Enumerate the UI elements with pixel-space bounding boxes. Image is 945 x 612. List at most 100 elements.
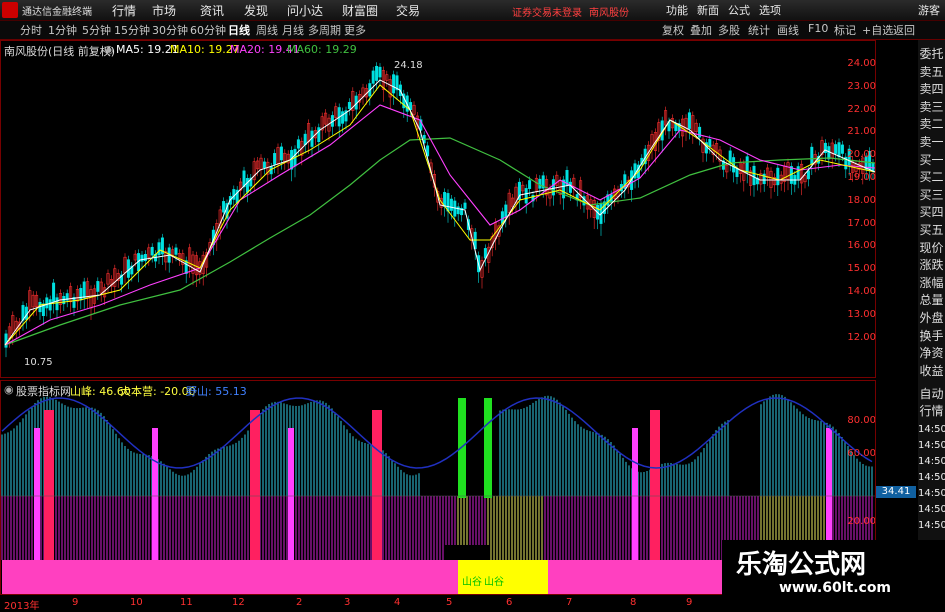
quote-field-label[interactable]: 涨跌 bbox=[918, 257, 945, 273]
price-tick-label: 19.00 bbox=[847, 172, 876, 183]
candle-body bbox=[174, 247, 178, 255]
candles bbox=[4, 62, 875, 358]
candle-body bbox=[392, 74, 396, 94]
candle-body bbox=[446, 193, 450, 212]
candle-body bbox=[222, 201, 226, 213]
candle-body bbox=[303, 133, 307, 145]
quote-field-label[interactable]: 卖四 bbox=[918, 81, 945, 97]
candle-body bbox=[776, 167, 780, 186]
date-tick-label: 7 bbox=[566, 597, 573, 608]
quote-field-label[interactable]: 涨幅 bbox=[918, 275, 945, 291]
candle-body bbox=[157, 242, 161, 256]
date-tick-label: 12 bbox=[232, 597, 245, 608]
auto-quote-label[interactable]: 自动 bbox=[918, 386, 945, 402]
price-tick-label: 18.00 bbox=[847, 194, 876, 206]
candle-body bbox=[827, 146, 831, 160]
price-tick-label: 12.00 bbox=[847, 331, 876, 343]
tick-time: 14:50 bbox=[918, 520, 945, 531]
date-tick-label: 9 bbox=[686, 597, 693, 608]
candle-body bbox=[708, 139, 712, 147]
quote-field-label[interactable]: 委托 bbox=[918, 46, 945, 62]
quote-field-label[interactable]: 卖三 bbox=[918, 99, 945, 115]
candle-body bbox=[449, 198, 453, 211]
price-tick-label: 16.00 bbox=[847, 240, 876, 252]
indicator-current-value: 34.41 bbox=[876, 486, 916, 498]
tick-time: 14:50 bbox=[918, 488, 945, 499]
date-tick-label: 9 bbox=[72, 597, 79, 608]
candle-body bbox=[752, 165, 756, 186]
settings-icon[interactable]: ◉ bbox=[4, 383, 14, 396]
ma60-line bbox=[4, 137, 876, 346]
candle-body bbox=[82, 281, 86, 299]
candle-body bbox=[568, 181, 572, 193]
date-tick-label: 5 bbox=[446, 597, 453, 608]
date-tick-label: 2 bbox=[296, 597, 303, 608]
indicator-title: 股票指标网 bbox=[16, 385, 71, 398]
dabenying-value: 大本营: -20.00 bbox=[120, 385, 196, 398]
candle-body bbox=[806, 170, 810, 180]
candle-body bbox=[378, 66, 382, 78]
candle-body bbox=[232, 189, 236, 200]
valley-label: 山谷 bbox=[462, 577, 482, 588]
candle-body bbox=[347, 102, 351, 109]
candle-body bbox=[551, 179, 555, 196]
date-tick-label: 11 bbox=[180, 597, 193, 608]
quote-field-label[interactable]: 收益 bbox=[918, 363, 945, 379]
valley-label: 山谷 bbox=[484, 577, 504, 588]
candle-body bbox=[528, 180, 532, 189]
candle-body bbox=[242, 170, 246, 188]
candle-body bbox=[96, 281, 100, 292]
low-price-marker: 10.75 bbox=[24, 357, 53, 368]
candle-body bbox=[140, 254, 144, 262]
date-tick-label: 4 bbox=[394, 597, 401, 608]
price-tick-label: 22.00 bbox=[847, 103, 876, 115]
candle-body bbox=[79, 288, 83, 301]
quote-field-label[interactable]: 换手 bbox=[918, 328, 945, 344]
candle-body bbox=[834, 144, 838, 154]
ma20-line bbox=[4, 104, 876, 346]
quote-field-label[interactable]: 净资 bbox=[918, 345, 945, 361]
date-tick-label: 3 bbox=[344, 597, 351, 608]
quote-field-label[interactable]: 外盘 bbox=[918, 310, 945, 326]
tick-time: 14:50 bbox=[918, 472, 945, 483]
quote-field-label[interactable]: 买三 bbox=[918, 187, 945, 203]
price-tick-label: 23.00 bbox=[847, 80, 876, 92]
quote-field-label[interactable]: 卖五 bbox=[918, 64, 945, 80]
yeshan-value: 野山: 55.13 bbox=[186, 385, 247, 398]
candle-body bbox=[52, 282, 56, 302]
candle-body bbox=[524, 188, 528, 204]
date-tick-label: 8 bbox=[630, 597, 637, 608]
candle-body bbox=[463, 202, 467, 209]
candle-body bbox=[296, 139, 300, 149]
candle-body bbox=[375, 65, 379, 81]
candle-body bbox=[341, 111, 345, 124]
candle-body bbox=[55, 297, 59, 311]
tick-time: 14:50 bbox=[918, 456, 945, 467]
quote-field-label[interactable]: 买一 bbox=[918, 152, 945, 168]
ma5-line bbox=[4, 79, 876, 346]
candle-body bbox=[279, 146, 283, 161]
candle-body bbox=[735, 168, 739, 177]
candle-body bbox=[262, 161, 266, 169]
auto-quote-label[interactable]: 行情 bbox=[918, 403, 945, 419]
tick-time: 14:50 bbox=[918, 440, 945, 451]
candle-body bbox=[796, 166, 800, 180]
quote-field-label[interactable]: 现价 bbox=[918, 240, 945, 256]
quote-field-label[interactable]: 买二 bbox=[918, 169, 945, 185]
candle-body bbox=[504, 204, 508, 219]
quote-field-label[interactable]: 总量 bbox=[918, 292, 945, 308]
quote-field-label[interactable]: 买五 bbox=[918, 222, 945, 238]
quote-field-label[interactable]: 买四 bbox=[918, 204, 945, 220]
tick-time: 14:50 bbox=[918, 504, 945, 515]
candle-body bbox=[728, 150, 732, 163]
candle-body bbox=[150, 246, 154, 256]
candle-body bbox=[45, 297, 49, 309]
candle-body bbox=[245, 178, 249, 193]
quote-field-label[interactable]: 卖二 bbox=[918, 116, 945, 132]
price-tick-label: 21.00 bbox=[847, 126, 876, 138]
date-tick-label: 2013年 bbox=[4, 601, 40, 612]
quote-field-label[interactable]: 卖一 bbox=[918, 134, 945, 150]
candle-body bbox=[456, 206, 460, 215]
candle-body bbox=[72, 297, 76, 308]
candle-body bbox=[48, 299, 52, 311]
